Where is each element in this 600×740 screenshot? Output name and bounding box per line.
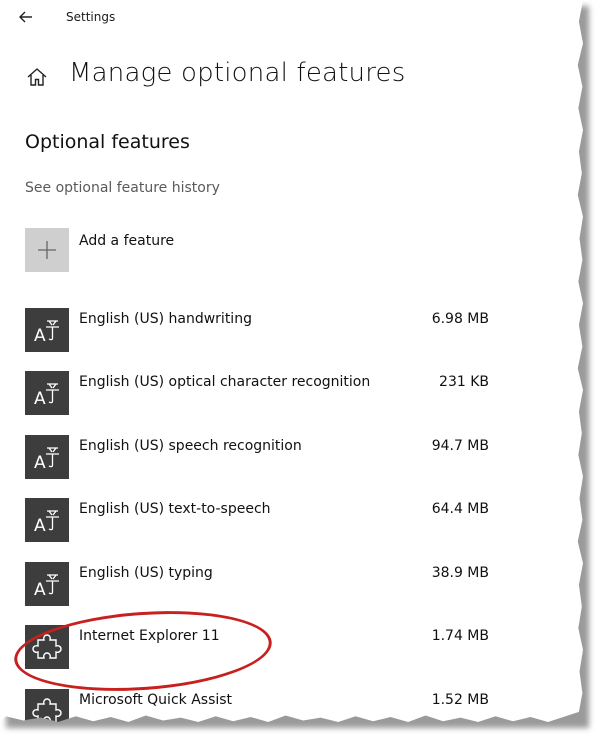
svg-text:A: A bbox=[34, 516, 46, 536]
language-icon: A bbox=[34, 510, 59, 536]
language-icon: A bbox=[34, 383, 59, 409]
svg-text:A: A bbox=[34, 326, 46, 346]
feature-name: English (US) handwriting bbox=[79, 311, 252, 327]
feature-name: English (US) typing bbox=[79, 565, 213, 581]
feature-tile: A bbox=[25, 498, 69, 542]
feature-row-speech-recognition[interactable]: A English (US) speech recognition 94.7 M… bbox=[25, 435, 495, 483]
feature-size: 94.7 MB bbox=[431, 438, 489, 454]
feature-row-typing[interactable]: A English (US) typing 38.9 MB bbox=[25, 562, 495, 610]
feature-name: English (US) optical character recogniti… bbox=[79, 374, 371, 390]
feature-size: 1.52 MB bbox=[431, 692, 489, 708]
optional-feature-history-link[interactable]: See optional feature history bbox=[25, 180, 220, 196]
add-feature-label: Add a feature bbox=[79, 233, 175, 249]
feature-name: English (US) text-to-speech bbox=[79, 501, 271, 517]
add-feature-tile bbox=[25, 228, 69, 272]
settings-window: Settings Manage optional features Option… bbox=[0, 0, 583, 722]
svg-text:A: A bbox=[34, 453, 46, 473]
page-title: Manage optional features bbox=[69, 58, 406, 88]
feature-row-text-to-speech[interactable]: A English (US) text-to-speech 64.4 MB bbox=[25, 498, 495, 546]
feature-size: 231 KB bbox=[439, 374, 489, 390]
feature-name: English (US) speech recognition bbox=[79, 438, 302, 454]
feature-size: 38.9 MB bbox=[431, 565, 489, 581]
section-title: Optional features bbox=[25, 131, 190, 153]
feature-row-ocr[interactable]: A English (US) optical character recogni… bbox=[25, 371, 495, 419]
feature-tile: A bbox=[25, 562, 69, 606]
title-bar: Settings bbox=[0, 0, 583, 36]
feature-tile: A bbox=[25, 308, 69, 352]
feature-tile: A bbox=[25, 435, 69, 479]
window-title: Settings bbox=[66, 10, 116, 24]
language-icon: A bbox=[34, 447, 59, 473]
feature-tile: A bbox=[25, 371, 69, 415]
add-feature-button[interactable]: Add a feature bbox=[25, 228, 325, 274]
svg-text:A: A bbox=[34, 580, 46, 600]
feature-name: Microsoft Quick Assist bbox=[79, 692, 233, 708]
home-icon[interactable] bbox=[26, 66, 48, 88]
language-icon: A bbox=[34, 574, 59, 600]
language-icon: A bbox=[34, 320, 59, 346]
svg-text:A: A bbox=[34, 389, 46, 409]
back-arrow-icon[interactable] bbox=[16, 7, 36, 27]
feature-size: 64.4 MB bbox=[431, 501, 489, 517]
feature-size: 1.74 MB bbox=[431, 628, 489, 644]
feature-row-quick-assist[interactable]: Microsoft Quick Assist 1.52 MB bbox=[25, 689, 495, 722]
annotation-circle bbox=[11, 603, 275, 699]
feature-row-handwriting[interactable]: A English (US) handwriting 6.98 MB bbox=[25, 308, 495, 356]
plus-icon bbox=[38, 241, 56, 259]
feature-size: 6.98 MB bbox=[431, 311, 489, 327]
